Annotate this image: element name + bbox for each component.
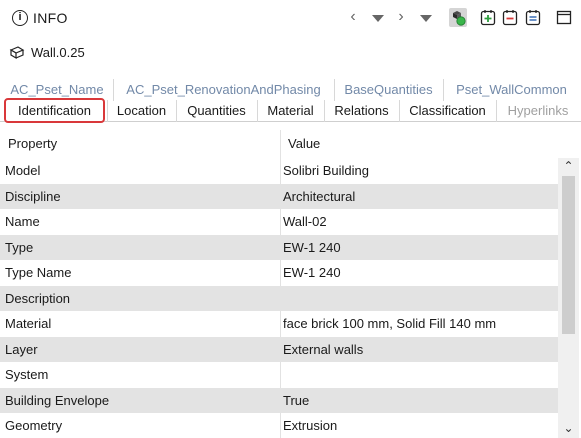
property-cell: Building Envelope — [5, 392, 110, 408]
scroll-up-icon[interactable]: ⌃ — [558, 158, 579, 174]
table-row[interactable]: Discipline Architectural — [0, 183, 558, 209]
clipboard-button[interactable] — [524, 8, 542, 27]
chevron-left-icon[interactable]: ‹ — [346, 9, 360, 25]
maximize-icon — [556, 10, 572, 25]
add-icon — [480, 10, 496, 26]
tab-base-quantities[interactable]: BaseQuantities — [334, 79, 442, 101]
value-cell: Architectural — [283, 188, 356, 204]
wall-icon — [9, 46, 25, 60]
table-row[interactable]: System — [0, 362, 558, 388]
selected-object-name: Wall.0.25 — [31, 45, 85, 60]
add-button[interactable] — [479, 8, 497, 27]
value-cell: EW-1 240 — [283, 239, 341, 255]
tab-pset-wall-common[interactable]: Pset_WallCommon — [443, 79, 579, 101]
tab-quantities[interactable]: Quantities — [176, 100, 256, 122]
value-cell: Solibri Building — [283, 163, 369, 178]
property-cell: Name — [5, 214, 40, 229]
value-cell: EW-1 240 — [283, 265, 341, 280]
tab-relations[interactable]: Relations — [324, 100, 398, 122]
tab-ac-pset-renovation[interactable]: AC_Pset_RenovationAndPhasing — [113, 79, 333, 101]
info-panel-header: i INFO ‹ › — [0, 0, 581, 36]
table-header: Property Value — [0, 130, 581, 157]
info-tabs: Identification Location Quantities Mater… — [0, 98, 581, 123]
table-row[interactable]: Description — [0, 285, 558, 311]
property-cell: Model — [5, 163, 41, 178]
vertical-scrollbar[interactable]: ⌃ ⌄ — [558, 158, 579, 438]
nav-forward-menu-icon[interactable] — [420, 15, 432, 22]
value-cell: External walls — [283, 341, 364, 357]
scroll-down-icon[interactable]: ⌄ — [558, 420, 579, 436]
table-row[interactable]: Name Wall-02 — [0, 209, 558, 235]
value-cell: Extrusion — [283, 418, 338, 433]
property-cell: System — [5, 367, 49, 382]
highlight-objects-button[interactable] — [449, 8, 467, 27]
property-cell: Discipline — [5, 188, 61, 204]
table-row[interactable]: Material face brick 100 mm, Solid Fill 14… — [0, 311, 558, 337]
property-table-body: Model Solibri Building Discipline Architect… — [0, 158, 558, 438]
chevron-right-icon[interactable]: › — [394, 9, 408, 25]
clipboard-icon — [525, 10, 541, 26]
column-header-value[interactable]: Value — [280, 130, 558, 157]
tab-classification[interactable]: Classification — [399, 100, 495, 122]
tab-hyperlinks[interactable]: Hyperlinks — [496, 100, 579, 122]
panel-title: INFO — [33, 10, 68, 26]
maximize-button[interactable] — [555, 8, 573, 27]
property-cell: Layer — [5, 341, 38, 357]
table-row[interactable]: Model Solibri Building — [0, 158, 558, 184]
table-row[interactable]: Type Name EW-1 240 — [0, 260, 558, 286]
table-row[interactable]: Type EW-1 240 — [0, 234, 558, 260]
property-cell: Type — [5, 239, 34, 255]
scrollbar-thumb[interactable] — [562, 176, 575, 334]
value-cell: Wall-02 — [283, 214, 327, 229]
column-header-property[interactable]: Property — [0, 130, 280, 157]
property-cell: Material — [5, 316, 52, 331]
value-cell: face brick 100 mm, Solid Fill 140 mm — [283, 316, 497, 331]
tab-material[interactable]: Material — [257, 100, 323, 122]
tab-identification[interactable]: Identification — [4, 98, 105, 123]
value-cell: True — [283, 392, 310, 408]
property-cell: Type Name — [5, 265, 72, 280]
property-cell: Description — [5, 290, 71, 306]
table-row[interactable]: Layer External walls — [0, 336, 558, 362]
nav-back-menu-icon[interactable] — [372, 15, 384, 22]
info-circle-icon: i — [12, 10, 28, 26]
property-cell: Geometry — [5, 418, 63, 433]
highlight-objects-icon — [453, 11, 466, 26]
remove-icon — [502, 10, 518, 26]
remove-button[interactable] — [501, 8, 519, 27]
tab-location[interactable]: Location — [107, 100, 175, 122]
table-row[interactable]: Geometry Extrusion — [0, 413, 558, 438]
table-row[interactable]: Building Envelope True — [0, 387, 558, 413]
